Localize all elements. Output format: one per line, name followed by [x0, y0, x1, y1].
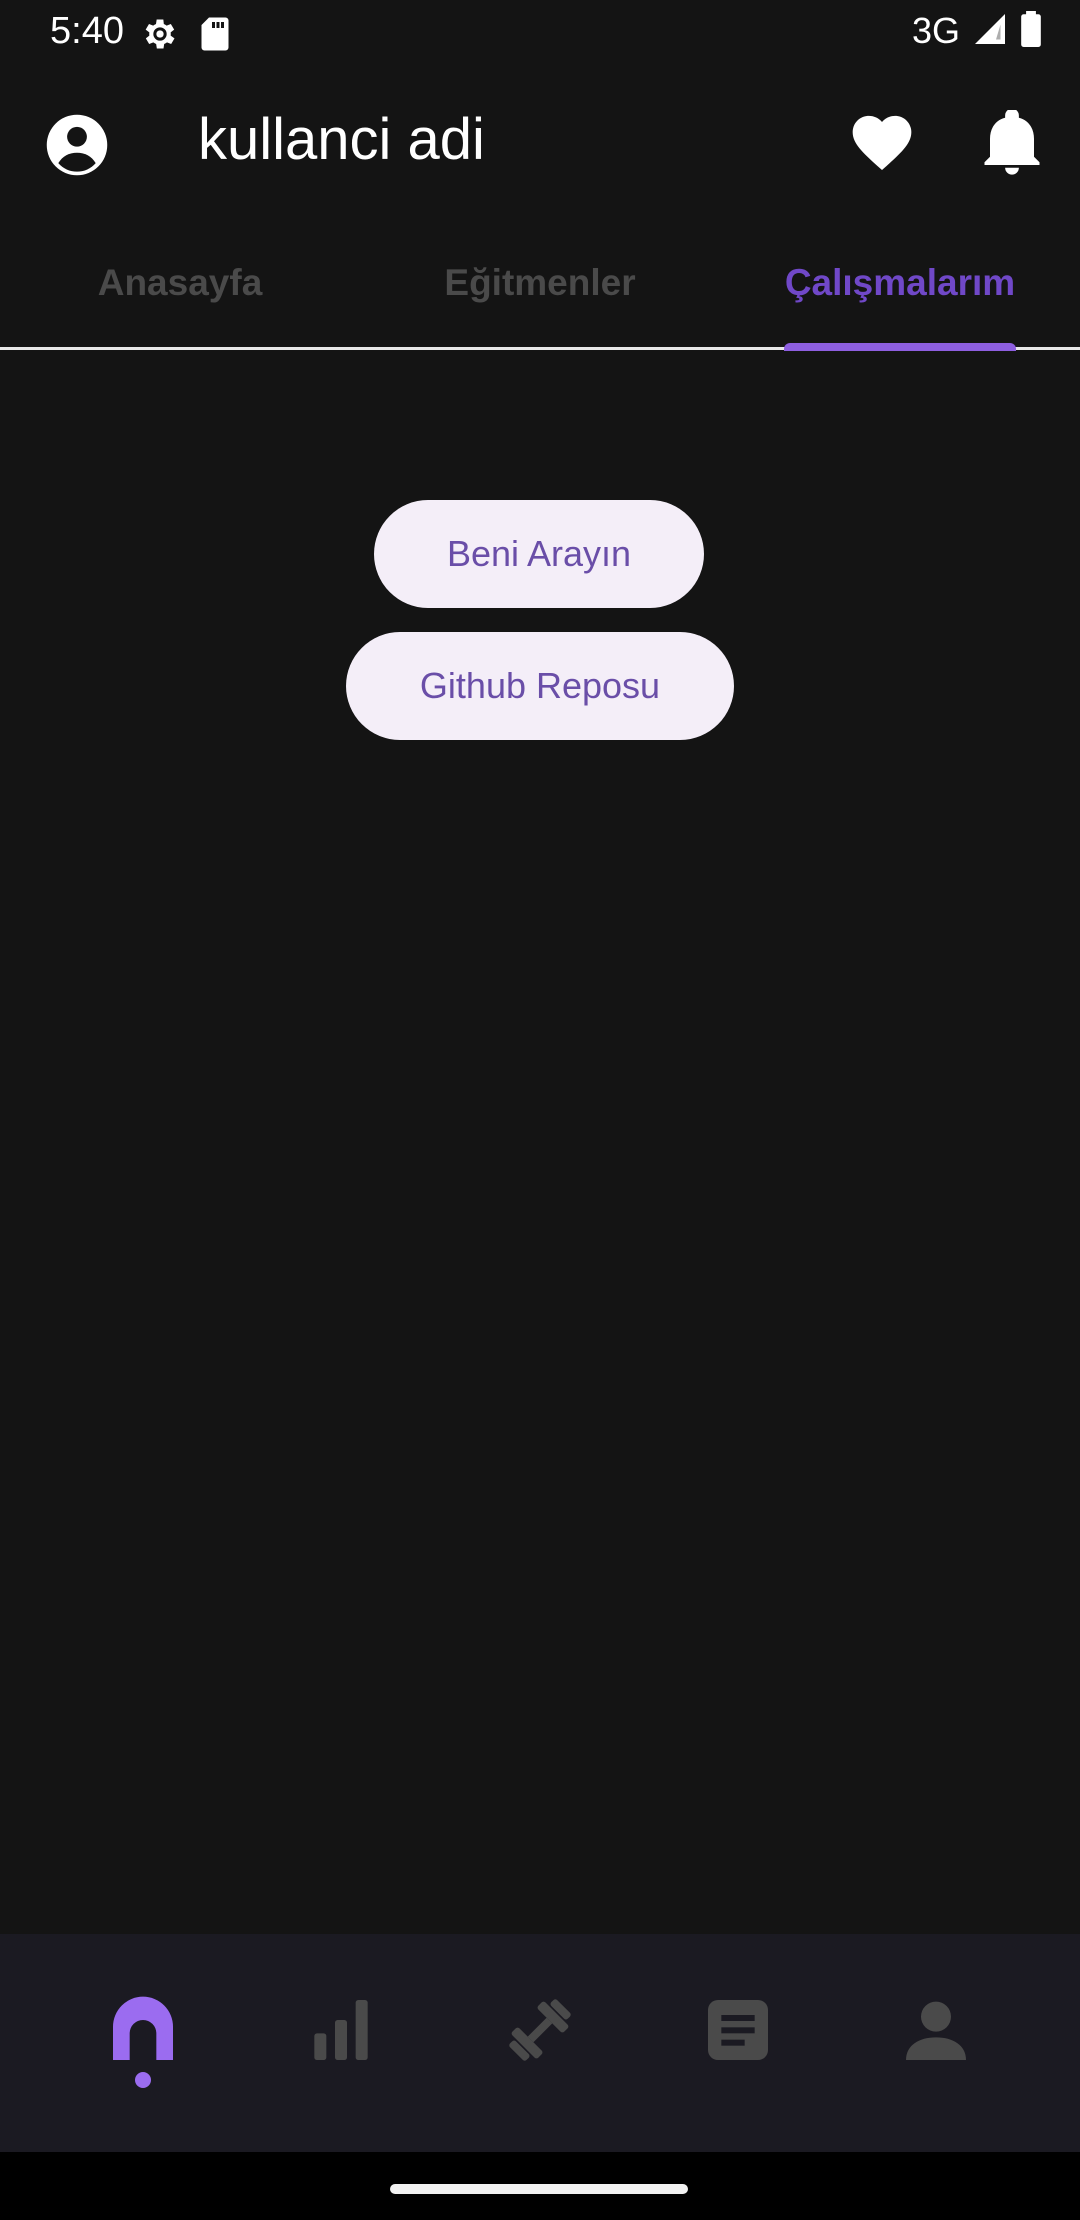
tab-egitmenler[interactable]: Eğitmenler	[360, 258, 720, 328]
nav-home[interactable]	[103, 1990, 183, 2070]
nav-workouts[interactable]	[500, 1990, 580, 2070]
system-gesture-area	[0, 2152, 1080, 2220]
signal-icon	[972, 11, 1008, 52]
network-type: 3G	[911, 10, 960, 51]
favorites-button[interactable]	[850, 112, 914, 172]
heart-icon	[850, 115, 914, 176]
person-icon	[896, 2001, 976, 2074]
app-bar: kullanci adi	[0, 84, 1080, 200]
settings-gear-icon	[140, 14, 180, 59]
notifications-button[interactable]	[984, 108, 1044, 176]
tab-calismalarim[interactable]: Çalışmalarım	[720, 258, 1080, 328]
nav-stats[interactable]	[301, 1990, 381, 2070]
account-button[interactable]	[44, 112, 110, 178]
tab-indicator	[784, 343, 1016, 351]
account-circle-icon	[44, 114, 110, 182]
sd-card-icon	[198, 16, 232, 57]
active-nav-indicator	[135, 2072, 151, 2088]
call-me-button[interactable]: Beni Arayın	[374, 500, 704, 608]
bar-chart-icon	[301, 2000, 381, 2074]
status-right-icons: 3G	[912, 10, 1042, 52]
github-repo-button[interactable]: Github Reposu	[346, 632, 734, 740]
status-bar: 5:40 3G	[0, 0, 1080, 66]
nav-profile[interactable]	[896, 1990, 976, 2070]
status-time: 5:40	[50, 10, 124, 52]
bottom-navigation	[0, 1934, 1080, 2152]
home-gesture-handle[interactable]	[390, 2184, 688, 2194]
document-icon	[698, 2000, 778, 2074]
bell-icon	[984, 108, 1040, 180]
tab-bar: Anasayfa Eğitmenler Çalışmalarım	[0, 240, 1080, 351]
fitness-dumbbell-icon	[500, 1999, 580, 2074]
tab-anasayfa[interactable]: Anasayfa	[0, 258, 360, 328]
status-left-icons	[140, 14, 232, 59]
nav-notes[interactable]	[698, 1990, 778, 2070]
battery-icon	[1020, 10, 1042, 52]
app-title: kullanci adi	[198, 107, 485, 172]
